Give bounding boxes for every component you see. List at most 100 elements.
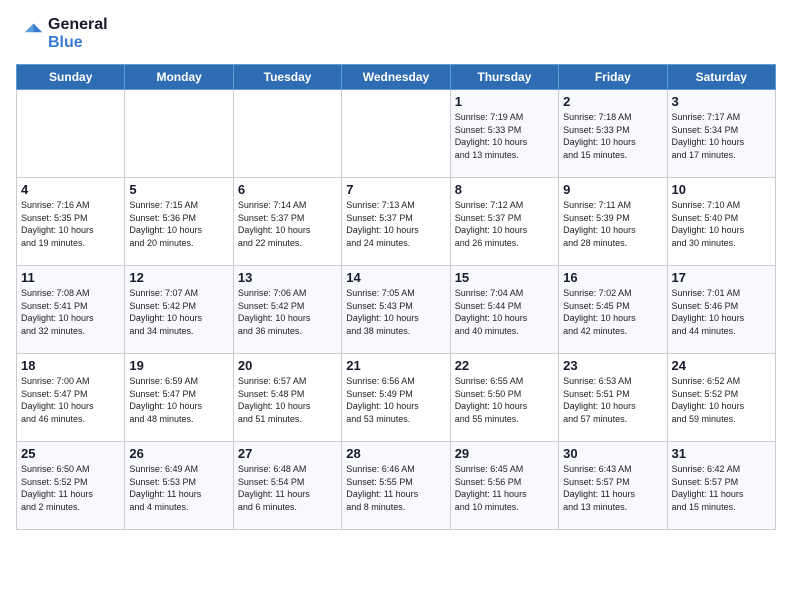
calendar-day-cell: 30 Sunrise: 6:43 AM Sunset: 5:57 PM Dayli… (559, 442, 667, 530)
day-info: Sunrise: 7:18 AM Sunset: 5:33 PM Dayligh… (563, 111, 662, 161)
day-info: Sunrise: 7:05 AM Sunset: 5:43 PM Dayligh… (346, 287, 445, 337)
day-info: Sunrise: 7:04 AM Sunset: 5:44 PM Dayligh… (455, 287, 554, 337)
logo: General Blue (16, 16, 108, 52)
day-info: Sunrise: 7:11 AM Sunset: 5:39 PM Dayligh… (563, 199, 662, 249)
calendar-day-cell: 5 Sunrise: 7:15 AM Sunset: 5:36 PM Daylig… (125, 178, 233, 266)
day-number: 12 (129, 270, 228, 285)
day-number: 13 (238, 270, 337, 285)
day-info: Sunrise: 6:50 AM Sunset: 5:52 PM Dayligh… (21, 463, 120, 513)
calendar-day-cell: 19 Sunrise: 6:59 AM Sunset: 5:47 PM Dayli… (125, 354, 233, 442)
calendar-day-cell: 23 Sunrise: 6:53 AM Sunset: 5:51 PM Dayli… (559, 354, 667, 442)
day-info: Sunrise: 7:16 AM Sunset: 5:35 PM Dayligh… (21, 199, 120, 249)
calendar-day-cell: 11 Sunrise: 7:08 AM Sunset: 5:41 PM Dayli… (17, 266, 125, 354)
day-info: Sunrise: 7:08 AM Sunset: 5:41 PM Dayligh… (21, 287, 120, 337)
day-number: 21 (346, 358, 445, 373)
day-of-week-header: Thursday (450, 65, 558, 90)
calendar-week-row: 1Sunrise: 7:19 AM Sunset: 5:33 PM Daylig… (17, 90, 776, 178)
calendar-day-cell: 21Sunrise: 6:56 AM Sunset: 5:49 PM Dayli… (342, 354, 450, 442)
day-of-week-header: Wednesday (342, 65, 450, 90)
day-number: 6 (238, 182, 337, 197)
day-number: 28 (346, 446, 445, 461)
day-info: Sunrise: 6:46 AM Sunset: 5:55 PM Dayligh… (346, 463, 445, 513)
day-of-week-header: Saturday (667, 65, 775, 90)
calendar-day-cell: 14 Sunrise: 7:05 AM Sunset: 5:43 PM Dayli… (342, 266, 450, 354)
day-number: 20 (238, 358, 337, 373)
day-number: 27 (238, 446, 337, 461)
day-of-week-header: Friday (559, 65, 667, 90)
day-info: Sunrise: 7:01 AM Sunset: 5:46 PM Dayligh… (672, 287, 771, 337)
day-number: 25 (21, 446, 120, 461)
day-number: 8 (455, 182, 554, 197)
logo-icon (16, 20, 44, 48)
day-number: 10 (672, 182, 771, 197)
calendar-day-cell: 20Sunrise: 6:57 AM Sunset: 5:48 PM Dayli… (233, 354, 341, 442)
day-info: Sunrise: 7:14 AM Sunset: 5:37 PM Dayligh… (238, 199, 337, 249)
day-number: 11 (21, 270, 120, 285)
calendar-day-cell: 22Sunrise: 6:55 AM Sunset: 5:50 PM Dayli… (450, 354, 558, 442)
day-info: Sunrise: 7:00 AM Sunset: 5:47 PM Dayligh… (21, 375, 120, 425)
calendar-body: 1Sunrise: 7:19 AM Sunset: 5:33 PM Daylig… (17, 90, 776, 530)
day-info: Sunrise: 6:48 AM Sunset: 5:54 PM Dayligh… (238, 463, 337, 513)
calendar-table: SundayMondayTuesdayWednesdayThursdayFrid… (16, 64, 776, 530)
day-number: 26 (129, 446, 228, 461)
calendar-day-cell: 10Sunrise: 7:10 AM Sunset: 5:40 PM Dayli… (667, 178, 775, 266)
calendar-day-cell: 17 Sunrise: 7:01 AM Sunset: 5:46 PM Dayli… (667, 266, 775, 354)
days-of-week-row: SundayMondayTuesdayWednesdayThursdayFrid… (17, 65, 776, 90)
day-number: 3 (672, 94, 771, 109)
day-number: 29 (455, 446, 554, 461)
day-info: Sunrise: 7:13 AM Sunset: 5:37 PM Dayligh… (346, 199, 445, 249)
day-of-week-header: Sunday (17, 65, 125, 90)
calendar-day-cell (125, 90, 233, 178)
day-number: 17 (672, 270, 771, 285)
calendar-day-cell: 7 Sunrise: 7:13 AM Sunset: 5:37 PM Daylig… (342, 178, 450, 266)
day-number: 30 (563, 446, 662, 461)
day-info: Sunrise: 7:12 AM Sunset: 5:37 PM Dayligh… (455, 199, 554, 249)
day-info: Sunrise: 6:49 AM Sunset: 5:53 PM Dayligh… (129, 463, 228, 513)
day-info: Sunrise: 7:17 AM Sunset: 5:34 PM Dayligh… (672, 111, 771, 161)
day-info: Sunrise: 6:43 AM Sunset: 5:57 PM Dayligh… (563, 463, 662, 513)
calendar-week-row: 4 Sunrise: 7:16 AM Sunset: 5:35 PM Daylig… (17, 178, 776, 266)
day-number: 7 (346, 182, 445, 197)
calendar-day-cell: 3 Sunrise: 7:17 AM Sunset: 5:34 PM Daylig… (667, 90, 775, 178)
calendar-week-row: 25 Sunrise: 6:50 AM Sunset: 5:52 PM Dayli… (17, 442, 776, 530)
calendar-day-cell: 12Sunrise: 7:07 AM Sunset: 5:42 PM Dayli… (125, 266, 233, 354)
calendar-header: SundayMondayTuesdayWednesdayThursdayFrid… (17, 65, 776, 90)
day-number: 14 (346, 270, 445, 285)
day-info: Sunrise: 7:06 AM Sunset: 5:42 PM Dayligh… (238, 287, 337, 337)
day-number: 18 (21, 358, 120, 373)
calendar-day-cell: 29 Sunrise: 6:45 AM Sunset: 5:56 PM Dayli… (450, 442, 558, 530)
calendar-day-cell: 4 Sunrise: 7:16 AM Sunset: 5:35 PM Daylig… (17, 178, 125, 266)
day-number: 16 (563, 270, 662, 285)
calendar-day-cell: 1Sunrise: 7:19 AM Sunset: 5:33 PM Daylig… (450, 90, 558, 178)
calendar-day-cell: 25 Sunrise: 6:50 AM Sunset: 5:52 PM Dayli… (17, 442, 125, 530)
day-of-week-header: Tuesday (233, 65, 341, 90)
day-info: Sunrise: 6:45 AM Sunset: 5:56 PM Dayligh… (455, 463, 554, 513)
calendar-day-cell: 28 Sunrise: 6:46 AM Sunset: 5:55 PM Dayli… (342, 442, 450, 530)
calendar-day-cell (17, 90, 125, 178)
day-info: Sunrise: 7:15 AM Sunset: 5:36 PM Dayligh… (129, 199, 228, 249)
day-number: 24 (672, 358, 771, 373)
page-header: General Blue (16, 16, 776, 52)
calendar-day-cell: 9Sunrise: 7:11 AM Sunset: 5:39 PM Daylig… (559, 178, 667, 266)
day-info: Sunrise: 6:52 AM Sunset: 5:52 PM Dayligh… (672, 375, 771, 425)
day-info: Sunrise: 6:59 AM Sunset: 5:47 PM Dayligh… (129, 375, 228, 425)
logo-text: General Blue (48, 16, 108, 52)
day-info: Sunrise: 6:55 AM Sunset: 5:50 PM Dayligh… (455, 375, 554, 425)
day-info: Sunrise: 7:02 AM Sunset: 5:45 PM Dayligh… (563, 287, 662, 337)
day-number: 5 (129, 182, 228, 197)
calendar-day-cell: 26 Sunrise: 6:49 AM Sunset: 5:53 PM Dayli… (125, 442, 233, 530)
calendar-day-cell: 16 Sunrise: 7:02 AM Sunset: 5:45 PM Dayli… (559, 266, 667, 354)
calendar-day-cell: 15 Sunrise: 7:04 AM Sunset: 5:44 PM Dayli… (450, 266, 558, 354)
calendar-day-cell: 8 Sunrise: 7:12 AM Sunset: 5:37 PM Daylig… (450, 178, 558, 266)
day-number: 15 (455, 270, 554, 285)
day-number: 19 (129, 358, 228, 373)
day-number: 2 (563, 94, 662, 109)
calendar-day-cell: 24 Sunrise: 6:52 AM Sunset: 5:52 PM Dayli… (667, 354, 775, 442)
day-info: Sunrise: 6:53 AM Sunset: 5:51 PM Dayligh… (563, 375, 662, 425)
calendar-day-cell: 2 Sunrise: 7:18 AM Sunset: 5:33 PM Daylig… (559, 90, 667, 178)
day-number: 23 (563, 358, 662, 373)
day-number: 4 (21, 182, 120, 197)
day-number: 31 (672, 446, 771, 461)
calendar-day-cell (233, 90, 341, 178)
calendar-day-cell: 6 Sunrise: 7:14 AM Sunset: 5:37 PM Daylig… (233, 178, 341, 266)
